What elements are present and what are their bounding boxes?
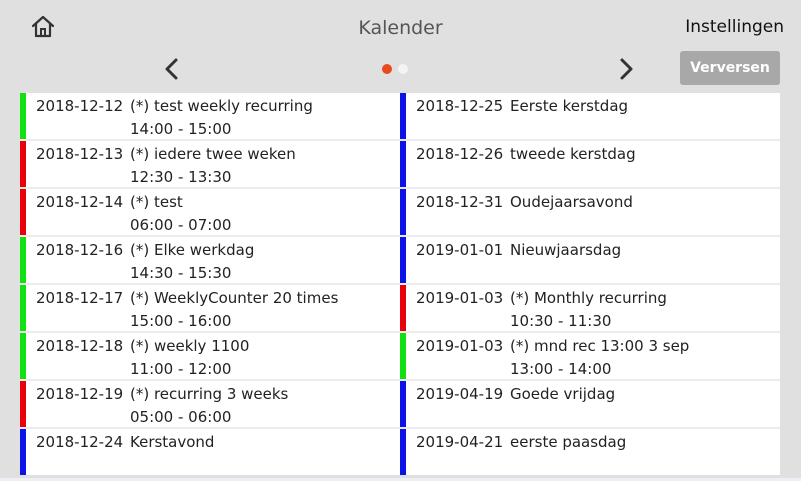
event-item[interactable]: 2018-12-18 (*) weekly 1100 11:00 - 12:00 <box>20 333 400 379</box>
event-item[interactable]: 2018-12-13 (*) iedere twee weken 12:30 - 1… <box>20 141 400 187</box>
event-item[interactable]: 2019-01-01 Nieuwjaarsdag <box>400 237 780 283</box>
event-title: (*) WeeklyCounter 20 times <box>130 289 339 307</box>
event-title: (*) iedere twee weken <box>130 145 296 163</box>
event-time: 13:00 - 14:00 <box>510 360 612 378</box>
event-date: 2018-12-31 <box>416 193 504 211</box>
event-item[interactable]: 2019-04-21 eerste paasdag <box>400 429 780 475</box>
event-title: Oudejaarsavond <box>510 193 633 211</box>
event-title: (*) test weekly recurring <box>130 97 313 115</box>
event-item[interactable]: 2019-01-03 (*) Monthly recurring 10:30 - 1… <box>400 285 780 331</box>
event-title: (*) weekly 1100 <box>130 337 250 355</box>
refresh-button[interactable]: Verversen <box>680 51 780 85</box>
event-time: 11:00 - 12:00 <box>130 360 232 378</box>
page-dot-active[interactable] <box>382 64 392 74</box>
event-time: 14:30 - 15:30 <box>130 264 232 282</box>
event-date: 2018-12-14 <box>36 193 124 211</box>
event-item[interactable]: 2018-12-16 (*) Elke werkdag 14:30 - 15:30 <box>20 237 400 283</box>
page-indicator <box>382 64 414 74</box>
event-title: (*) Elke werkdag <box>130 241 255 259</box>
event-date: 2019-01-03 <box>416 289 504 307</box>
event-date: 2019-04-21 <box>416 433 504 451</box>
event-time: 14:00 - 15:00 <box>130 120 232 138</box>
event-item[interactable]: 2019-01-03 (*) mnd rec 13:00 3 sep 13:00 -… <box>400 333 780 379</box>
event-date: 2018-12-19 <box>36 385 124 403</box>
event-date: 2019-01-03 <box>416 337 504 355</box>
event-title: Kerstavond <box>130 433 215 451</box>
event-item[interactable]: 2018-12-24 Kerstavond <box>20 429 400 475</box>
event-date: 2019-01-01 <box>416 241 504 259</box>
event-date: 2018-12-25 <box>416 97 504 115</box>
event-title: Nieuwjaarsdag <box>510 241 622 259</box>
settings-link[interactable]: Instellingen <box>685 17 784 37</box>
event-title: (*) Monthly recurring <box>510 289 667 307</box>
event-list: 2018-12-12 (*) test weekly recurring 14:00… <box>20 93 780 475</box>
event-column-left: 2018-12-12 (*) test weekly recurring 14:00… <box>20 93 400 475</box>
event-time: 15:00 - 16:00 <box>130 312 232 330</box>
event-date: 2019-04-19 <box>416 385 504 403</box>
event-title: eerste paasdag <box>510 433 627 451</box>
event-time: 10:30 - 11:30 <box>510 312 612 330</box>
event-item[interactable]: 2018-12-17 (*) WeeklyCounter 20 times 15:0… <box>20 285 400 331</box>
event-title: Goede vrijdag <box>510 385 616 403</box>
calendar-screen: Kalender Instellingen Verversen 2018-12-… <box>0 0 801 481</box>
event-date: 2018-12-16 <box>36 241 124 259</box>
event-date: 2018-12-12 <box>36 97 124 115</box>
event-column-right: 2018-12-25 Eerste kerstdag 2018-12-26 tweed… <box>400 93 780 475</box>
event-title: (*) recurring 3 weeks <box>130 385 289 403</box>
chevron-right-icon[interactable] <box>614 56 638 82</box>
event-item[interactable]: 2018-12-25 Eerste kerstdag <box>400 93 780 139</box>
event-date: 2018-12-13 <box>36 145 124 163</box>
event-date: 2018-12-26 <box>416 145 504 163</box>
event-title: (*) test <box>130 193 183 211</box>
event-date: 2018-12-24 <box>36 433 124 451</box>
event-item[interactable]: 2018-12-12 (*) test weekly recurring 14:00… <box>20 93 400 139</box>
event-item[interactable]: 2018-12-19 (*) recurring 3 weeks 05:00 - 0… <box>20 381 400 427</box>
event-item[interactable]: 2018-12-31 Oudejaarsavond <box>400 189 780 235</box>
page-dot[interactable] <box>398 64 408 74</box>
event-date: 2018-12-17 <box>36 289 124 307</box>
event-time: 06:00 - 07:00 <box>130 216 232 234</box>
event-time: 05:00 - 06:00 <box>130 408 232 426</box>
chevron-left-icon[interactable] <box>160 56 184 82</box>
event-date: 2018-12-18 <box>36 337 124 355</box>
page-title: Kalender <box>358 17 443 39</box>
event-item[interactable]: 2019-04-19 Goede vrijdag <box>400 381 780 427</box>
event-item[interactable]: 2018-12-26 tweede kerstdag <box>400 141 780 187</box>
event-title: tweede kerstdag <box>510 145 636 163</box>
event-title: Eerste kerstdag <box>510 97 629 115</box>
event-item[interactable]: 2018-12-14 (*) test 06:00 - 07:00 <box>20 189 400 235</box>
event-title: (*) mnd rec 13:00 3 sep <box>510 337 690 355</box>
event-time: 12:30 - 13:30 <box>130 168 232 186</box>
